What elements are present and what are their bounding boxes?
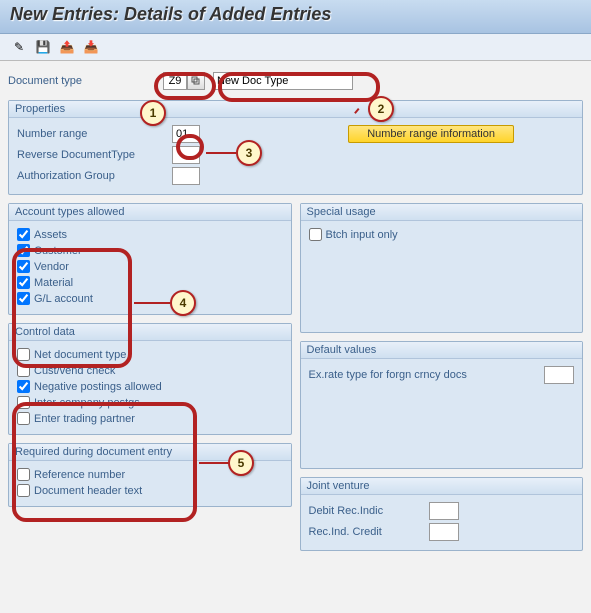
document-type-label: Document type xyxy=(8,75,163,87)
toolbar: ✎ 💾 📤 📥 xyxy=(0,34,591,61)
checkbox-doc-header-text-input[interactable] xyxy=(17,484,30,497)
authorization-group-input[interactable] xyxy=(172,167,200,185)
default-values-panel: Default values Ex.rate type for forgn cr… xyxy=(300,341,584,469)
reverse-doc-type-label: Reverse DocumentType xyxy=(17,149,172,161)
rec-ind-credit-input[interactable] xyxy=(429,523,459,541)
prev-entry-icon[interactable]: 📤 xyxy=(58,38,76,56)
checkbox-gl-account[interactable]: G/L account xyxy=(17,292,283,305)
special-usage-title: Special usage xyxy=(301,204,583,221)
checkbox-net-doc-type-input[interactable] xyxy=(17,348,30,361)
exrate-type-input[interactable] xyxy=(544,366,574,384)
checkbox-reference-number-input[interactable] xyxy=(17,468,30,481)
default-values-title: Default values xyxy=(301,342,583,359)
search-help-icon[interactable] xyxy=(187,72,205,90)
checkbox-doc-header-text[interactable]: Document header text xyxy=(17,484,283,497)
rec-ind-credit-label: Rec.Ind. Credit xyxy=(309,526,429,538)
page-title: New Entries: Details of Added Entries xyxy=(10,4,581,25)
checkbox-inter-company[interactable]: Inter-company postgs xyxy=(17,396,283,409)
control-data-panel: Control data Net document type Cust/vend… xyxy=(8,323,292,435)
debit-rec-indic-label: Debit Rec.Indic xyxy=(309,505,429,517)
required-entry-title: Required during document entry xyxy=(9,444,291,461)
checkbox-net-doc-type[interactable]: Net document type xyxy=(17,348,283,361)
number-range-info-button[interactable]: Number range information xyxy=(348,125,514,143)
number-range-input[interactable] xyxy=(172,125,200,143)
authorization-group-label: Authorization Group xyxy=(17,170,172,182)
joint-venture-panel: Joint venture Debit Rec.Indic Rec.Ind. C… xyxy=(300,477,584,551)
account-types-panel: Account types allowed Assets Customer Ve… xyxy=(8,203,292,315)
toggle-change-icon[interactable]: ✎ xyxy=(10,38,28,56)
checkbox-cust-vend-check-input[interactable] xyxy=(17,364,30,377)
checkbox-assets-input[interactable] xyxy=(17,228,30,241)
checkbox-vendor-input[interactable] xyxy=(17,260,30,273)
checkbox-batch-input-only[interactable]: Btch input only xyxy=(309,228,575,241)
next-entry-icon[interactable]: 📥 xyxy=(82,38,100,56)
checkbox-negative-postings-input[interactable] xyxy=(17,380,30,393)
properties-panel: Properties Number range Number range inf… xyxy=(8,100,583,195)
number-range-label: Number range xyxy=(17,128,172,140)
checkbox-cust-vend-check[interactable]: Cust/vend check xyxy=(17,364,283,377)
checkbox-negative-postings[interactable]: Negative postings allowed xyxy=(17,380,283,393)
checkbox-reference-number[interactable]: Reference number xyxy=(17,468,283,481)
reverse-doc-type-input[interactable] xyxy=(172,146,200,164)
checkbox-trading-partner[interactable]: Enter trading partner xyxy=(17,412,283,425)
checkbox-inter-company-input[interactable] xyxy=(17,396,30,409)
save-icon[interactable]: 💾 xyxy=(34,38,52,56)
document-type-code-input[interactable] xyxy=(163,72,187,90)
checkbox-gl-account-input[interactable] xyxy=(17,292,30,305)
window-header: New Entries: Details of Added Entries xyxy=(0,0,591,34)
required-entry-panel: Required during document entry Reference… xyxy=(8,443,292,507)
checkbox-customer-input[interactable] xyxy=(17,244,30,257)
checkbox-customer[interactable]: Customer xyxy=(17,244,283,257)
checkbox-material-input[interactable] xyxy=(17,276,30,289)
checkbox-batch-input-only-input[interactable] xyxy=(309,228,322,241)
account-types-title: Account types allowed xyxy=(9,204,291,221)
joint-venture-title: Joint venture xyxy=(301,478,583,495)
properties-title: Properties xyxy=(9,101,582,118)
exrate-type-label: Ex.rate type for forgn crncy docs xyxy=(309,369,545,381)
debit-rec-indic-input[interactable] xyxy=(429,502,459,520)
checkbox-vendor[interactable]: Vendor xyxy=(17,260,283,273)
checkbox-material[interactable]: Material xyxy=(17,276,283,289)
control-data-title: Control data xyxy=(9,324,291,341)
special-usage-panel: Special usage Btch input only xyxy=(300,203,584,333)
checkbox-assets[interactable]: Assets xyxy=(17,228,283,241)
checkbox-trading-partner-input[interactable] xyxy=(17,412,30,425)
document-type-name-input[interactable] xyxy=(213,72,353,90)
